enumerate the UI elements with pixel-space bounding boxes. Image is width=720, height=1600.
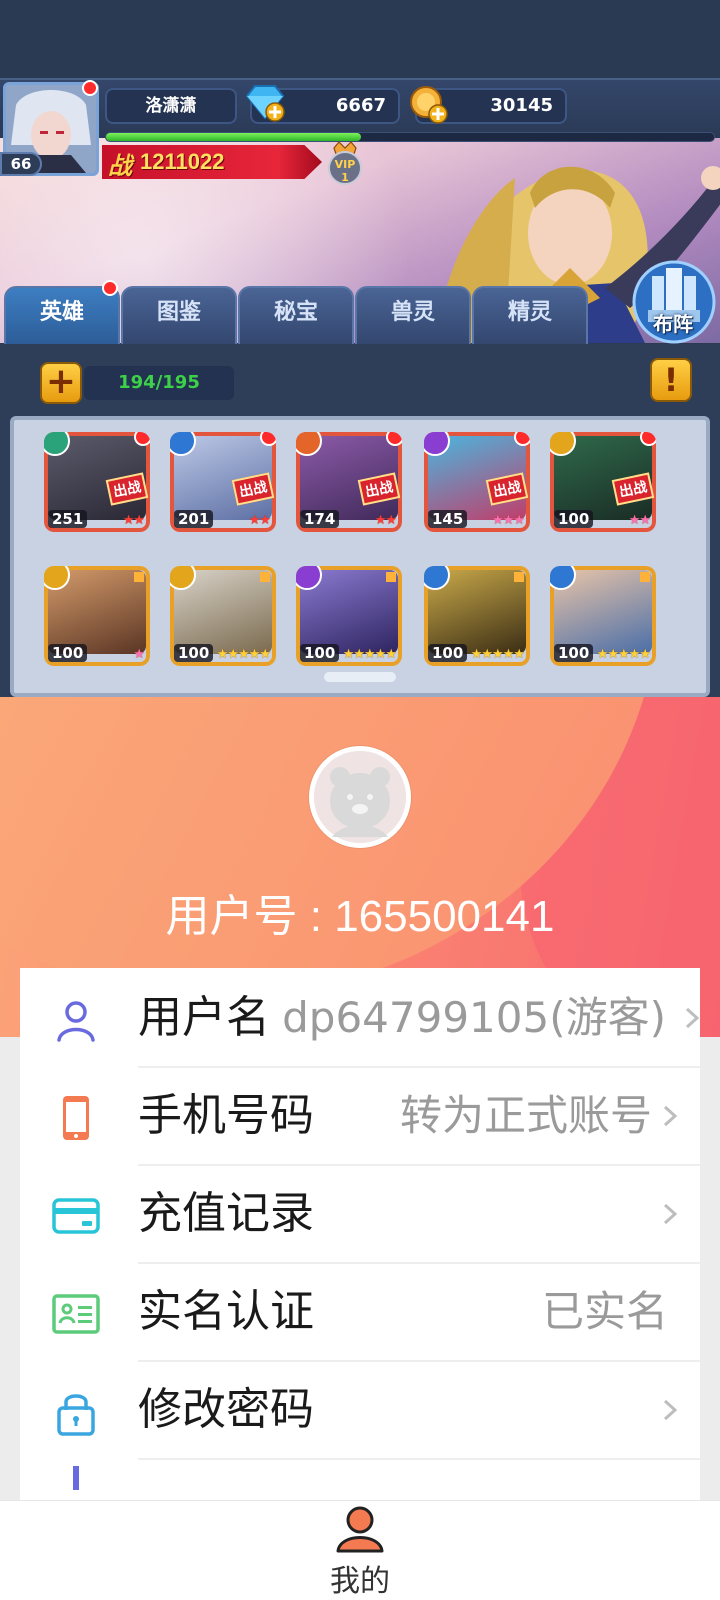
hero-notification-dot xyxy=(386,432,402,446)
vip-label: VIP xyxy=(335,158,356,171)
hero-corner-marker xyxy=(260,572,270,582)
row-recharge-history[interactable]: 充值记录 xyxy=(20,1164,700,1264)
avatar-notification-dot xyxy=(82,80,98,96)
formation-button-label[interactable]: 布阵 xyxy=(633,308,713,337)
coin-plus-icon[interactable] xyxy=(408,84,450,124)
hero-level: 100 xyxy=(554,644,594,662)
hero-level: 100 xyxy=(48,644,88,662)
hero-notification-dot xyxy=(260,432,276,446)
verified-status: 已实名 xyxy=(541,1287,668,1336)
hero-level: 145 xyxy=(428,510,468,528)
row-username[interactable]: 用户名 dp64799105(游客) xyxy=(20,968,700,1068)
experience-bar xyxy=(105,132,715,142)
tab-codex[interactable]: 图鉴 xyxy=(121,286,237,344)
bear-avatar-icon xyxy=(314,751,406,843)
hero-card[interactable]: 100 ★★★★★ xyxy=(296,566,402,666)
tab-treasure[interactable]: 秘宝 xyxy=(238,286,354,344)
profile-tab-label[interactable]: 我的 xyxy=(0,1556,720,1600)
hero-level: 100 xyxy=(554,510,594,528)
hero-stars: ★★★★★ xyxy=(596,647,651,662)
diamond-plus-icon[interactable] xyxy=(243,84,287,122)
hero-level: 100 xyxy=(174,644,214,662)
hero-stars: ★★★★★ xyxy=(216,647,271,662)
info-exclamation-button[interactable]: ! xyxy=(650,358,692,402)
combat-power-value: 1211022 xyxy=(140,149,225,174)
hero-stars: ★ xyxy=(133,647,145,662)
tab-beast-spirit[interactable]: 兽灵 xyxy=(355,286,471,344)
hero-stars: ★★ xyxy=(374,513,397,528)
hero-corner-marker xyxy=(134,572,144,582)
hero-corner-marker xyxy=(514,572,524,582)
expand-roster-button[interactable]: + xyxy=(40,362,82,404)
row-real-name-verification[interactable]: 实名认证 已实名 xyxy=(20,1262,700,1362)
scroll-indicator xyxy=(324,672,396,682)
username-label: 用户名 xyxy=(138,992,270,1043)
vip-badge[interactable]: VIP 1 xyxy=(320,138,370,188)
settings-icon xyxy=(73,1466,79,1490)
hero-count: 194/195 xyxy=(84,366,234,400)
gem-value: 6667 xyxy=(335,95,386,116)
chevron-right-icon xyxy=(663,1203,678,1225)
vip-level: 1 xyxy=(341,171,349,184)
hero-card[interactable]: 100 ★★★★★ xyxy=(424,566,530,666)
hero-card[interactable]: 174 ★★ 出战 xyxy=(296,432,402,532)
hero-notification-dot xyxy=(640,432,656,446)
hero-stars: ★★★ xyxy=(492,513,525,528)
lock-icon xyxy=(57,1394,95,1436)
combat-power-label: 战 xyxy=(108,152,132,180)
hero-card[interactable]: 201 ★★ 出战 xyxy=(170,432,276,532)
phone-icon xyxy=(63,1096,89,1140)
hero-stars: ★★★★★ xyxy=(342,647,397,662)
real-name-label: 实名认证 xyxy=(138,1286,314,1337)
account-avatar[interactable] xyxy=(309,746,411,848)
player-level: 66 xyxy=(0,152,42,176)
hero-level: 174 xyxy=(300,510,340,528)
credit-card-icon xyxy=(52,1198,100,1234)
game-screen: 66 洛潇潇 6667 30145 战 1211022 VIP 1 英雄 图鉴 … xyxy=(0,0,720,697)
hero-level: 251 xyxy=(48,510,88,528)
user-icon xyxy=(57,1001,95,1042)
row-change-password[interactable]: 修改密码 xyxy=(20,1360,700,1460)
hero-level: 201 xyxy=(174,510,214,528)
user-id-text: 用户号 : 165500141 xyxy=(165,892,555,941)
profile-tab-icon[interactable] xyxy=(334,1505,386,1555)
hero-stars: ★★ xyxy=(122,513,145,528)
hero-corner-marker xyxy=(640,572,650,582)
hero-stars: ★★ xyxy=(248,513,271,528)
row-next-partial[interactable] xyxy=(20,1458,700,1500)
hero-card[interactable]: 100 ★★★★★ xyxy=(550,566,656,666)
hero-stars: ★★★★★ xyxy=(470,647,525,662)
row-phone-number[interactable]: 手机号码 转为正式账号 xyxy=(20,1066,700,1166)
username-value: dp64799105(游客) xyxy=(282,993,666,1042)
hero-card[interactable]: 251 ★★ 出战 xyxy=(44,432,150,532)
hero-level: 100 xyxy=(428,644,468,662)
hero-level: 100 xyxy=(300,644,340,662)
account-settings-list: 用户名 dp64799105(游客) 手机号码 转为正式账号 充值记录 实名认证… xyxy=(20,968,700,1500)
change-password-label: 修改密码 xyxy=(138,1384,314,1435)
hero-card[interactable]: 100 ★★ 出战 xyxy=(550,432,656,532)
chevron-right-icon xyxy=(663,1399,678,1421)
player-name: 洛潇潇 xyxy=(105,88,237,124)
convert-account-link[interactable]: 转为正式账号 xyxy=(400,1066,652,1166)
hero-card[interactable]: 100 ★★★★★ xyxy=(170,566,276,666)
tab-sprite[interactable]: 精灵 xyxy=(472,286,588,344)
hero-corner-marker xyxy=(386,572,396,582)
hero-card[interactable]: 100 ★ xyxy=(44,566,150,666)
chevron-right-icon xyxy=(685,1007,700,1029)
hero-notification-dot xyxy=(134,432,150,446)
chevron-right-icon xyxy=(663,1105,678,1127)
hero-notification-dot xyxy=(514,432,530,446)
hero-card[interactable]: 145 ★★★ 出战 xyxy=(424,432,530,532)
tab-heroes-notification-dot xyxy=(102,280,118,296)
hero-stars: ★★ xyxy=(628,513,651,528)
game-top-bar xyxy=(0,0,720,78)
id-card-icon xyxy=(52,1294,100,1334)
phone-label: 手机号码 xyxy=(138,1090,314,1141)
coin-value: 30145 xyxy=(490,95,553,116)
recharge-label: 充值记录 xyxy=(138,1188,314,1239)
tab-heroes[interactable]: 英雄 xyxy=(4,286,120,344)
